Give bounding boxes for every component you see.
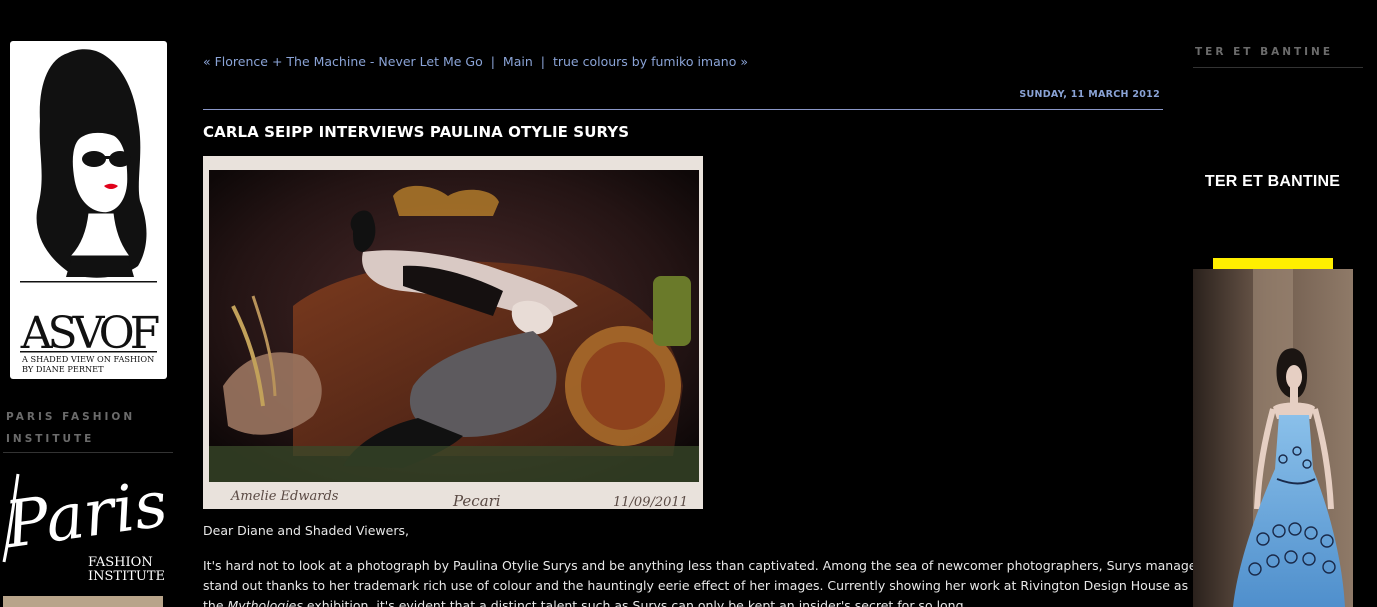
page: ASVOF A SHADED VIEW ON FASHION BY DIANE … [0,0,1377,607]
photo-inscription-left: Amelie Edwards [230,489,339,504]
ter-et-bantine-brand-title[interactable]: TER ET BANTINE [1190,173,1355,191]
date-divider [203,109,1163,110]
pfi-line-2: INSTITUTE [88,569,165,584]
ter-et-bantine-heading: TER ET BANTINE [1195,46,1334,58]
photo-inscription-right: 11/09/2011 [613,495,688,509]
nav-separator: | [540,54,545,69]
pfi-line-1: FASHION [88,555,153,570]
post-body-line: It's hard not to look at a photograph by… [203,558,1220,573]
next-post-link[interactable]: true colours by fumiko imano » [553,54,748,69]
post-navigation: « Florence + The Machine - Never Let Me … [203,54,748,69]
previous-post-link[interactable]: « Florence + The Machine - Never Let Me … [203,54,483,69]
asvof-tagline-2: BY DIANE PERNET [22,364,104,374]
left-sidebar: ASVOF A SHADED VIEW ON FASHION BY DIANE … [0,0,180,607]
main-link[interactable]: Main [503,54,533,69]
post-date: SUNDAY, 11 MARCH 2012 [1019,89,1160,100]
post-photo[interactable]: Amelie Edwards Pecari 11/09/2011 [203,156,703,509]
accent-bar [1213,258,1333,269]
post-body: It's hard not to look at a photograph by… [203,556,1234,607]
post-body-line: the Mythologies exhibition, it's evident… [203,596,1163,607]
divider [3,452,173,453]
divider [1193,67,1363,68]
asvof-logo[interactable]: ASVOF A SHADED VIEW ON FASHION BY DIANE … [10,41,167,379]
post-title[interactable]: CARLA SEIPP INTERVIEWS PAULINA OTYLIE SU… [203,123,629,141]
paris-fashion-institute-heading: PARIS FASHION INSTITUTE [6,411,136,445]
pfi-image-strip [3,596,163,607]
main-content: « Florence + The Machine - Never Let Me … [203,0,1234,607]
right-sidebar: TER ET BANTINE TER ET BANTINE [1190,0,1377,607]
asvof-tagline-1: A SHADED VIEW ON FASHION [21,354,154,364]
post-body-line: stand out thanks to her trademark rich u… [203,578,1234,593]
pfi-script-text: Paris [0,467,172,563]
paris-fashion-institute-logo[interactable]: Paris FASHION INSTITUTE [0,462,175,594]
photo-inscription-mid: Pecari [452,492,501,509]
exhibition-name: Mythologies [227,598,303,607]
post-greeting: Dear Diane and Shaded Viewers, [203,523,409,538]
ter-et-bantine-ad-photo[interactable] [1193,269,1353,607]
nav-separator: | [490,54,495,69]
